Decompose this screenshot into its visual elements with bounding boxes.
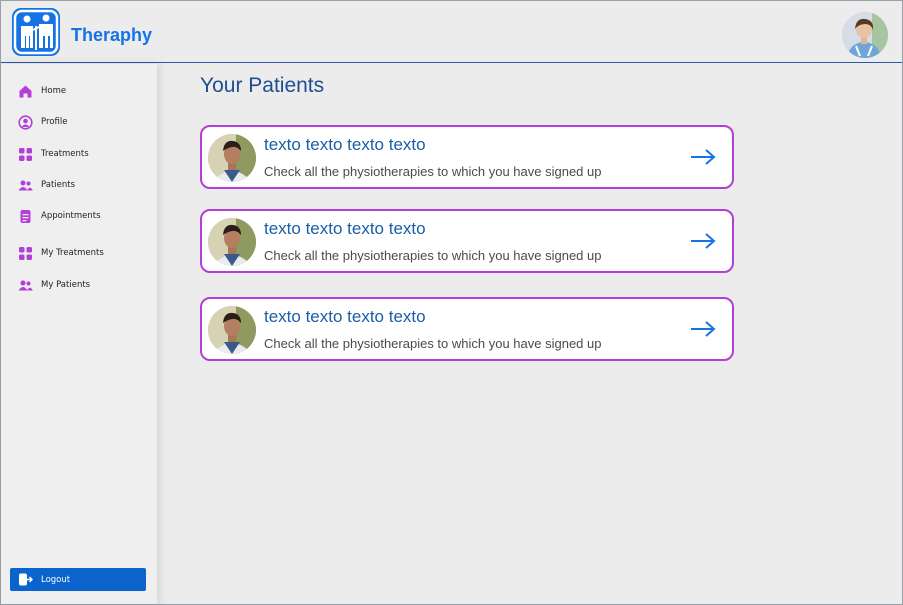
logout-button[interactable]: Logout — [10, 568, 146, 591]
document-icon — [18, 209, 33, 224]
grid-icon — [18, 246, 33, 261]
patient-avatar — [208, 218, 256, 266]
sidebar-item-label: Treatments — [41, 149, 89, 159]
top-bar: Theraphy — [1, 1, 902, 63]
patient-name: texto texto texto texto — [264, 135, 426, 154]
patient-avatar — [208, 306, 256, 354]
sidebar-item-label: My Patients — [41, 280, 91, 290]
sidebar-item-label: Home — [41, 86, 67, 96]
sidebar-item-profile[interactable]: Profile — [18, 113, 67, 131]
sidebar-item-treatments[interactable]: Treatments — [18, 145, 89, 163]
patient-card[interactable]: texto texto texto texto Check all the ph… — [200, 125, 734, 189]
sidebar-item-label: Appointments — [41, 211, 101, 221]
patient-card[interactable]: texto texto texto texto Check all the ph… — [200, 209, 734, 273]
patient-description: Check all the physiotherapies to which y… — [264, 164, 602, 179]
sidebar-item-label: Patients — [41, 180, 76, 190]
sidebar-item-my-patients[interactable]: My Patients — [18, 276, 90, 294]
arrow-right-icon[interactable] — [690, 319, 716, 339]
sidebar-item-my-treatments[interactable]: My Treatments — [18, 244, 104, 262]
arrow-right-icon[interactable] — [690, 147, 716, 167]
logout-label: Logout — [41, 574, 71, 585]
patient-description: Check all the physiotherapies to which y… — [264, 248, 602, 263]
app-name: Theraphy — [71, 25, 153, 45]
sidebar-item-label: My Treatments — [41, 248, 104, 258]
app-logo-icon[interactable] — [12, 8, 60, 56]
logout-icon — [18, 572, 34, 587]
patient-card[interactable]: texto texto texto texto Check all the ph… — [200, 297, 734, 361]
arrow-right-icon[interactable] — [690, 231, 716, 251]
users-icon — [18, 278, 33, 293]
patient-name: texto texto texto texto — [264, 307, 426, 326]
patient-name: texto texto texto texto — [264, 219, 426, 238]
sidebar-item-appointments[interactable]: Appointments — [18, 207, 101, 225]
user-circle-icon — [18, 114, 33, 130]
sidebar-item-home[interactable]: Home — [18, 82, 66, 100]
sidebar: Home Profile Treatments Patients Appoint… — [1, 64, 157, 604]
grid-icon — [18, 147, 33, 162]
users-icon — [18, 178, 33, 193]
patient-avatar — [208, 134, 256, 182]
home-icon — [18, 84, 33, 99]
sidebar-item-label: Profile — [41, 117, 68, 127]
patient-description: Check all the physiotherapies to which y… — [264, 336, 602, 351]
page-title: Your Patients — [200, 74, 325, 97]
sidebar-item-patients[interactable]: Patients — [18, 176, 75, 194]
user-avatar[interactable] — [842, 12, 888, 58]
